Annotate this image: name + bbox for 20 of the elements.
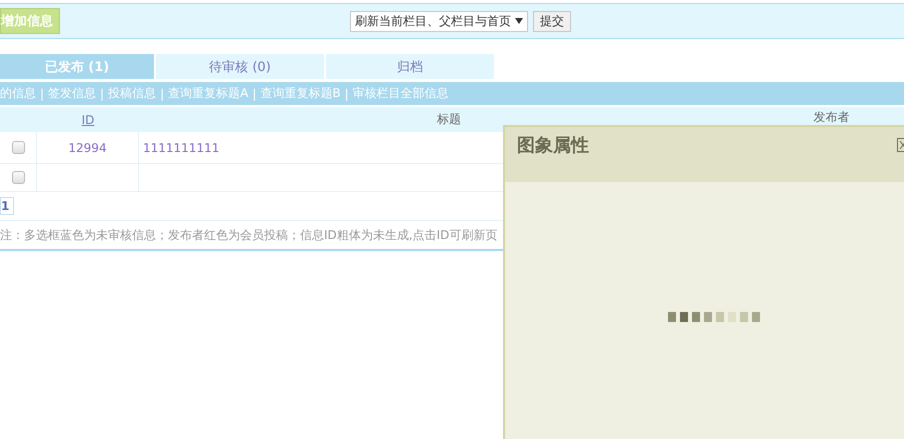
id-sort-link[interactable]: ID [82,112,94,126]
dropdown-arrow-icon [515,18,523,24]
link-separator: | [160,86,164,100]
loading-icon [668,312,760,322]
title-link[interactable]: 1111111111 [143,140,220,154]
link-separator: | [344,86,349,100]
link-separator: | [100,86,104,100]
column-header[interactable]: ID [37,107,139,132]
close-icon[interactable] [897,138,904,152]
submit-button[interactable]: 提交 [533,10,571,32]
tab[interactable]: 归档 [326,54,494,79]
dialog-title: 图象属性 [517,135,589,156]
refresh-select[interactable]: 刷新当前栏目、父栏目与首页 [350,10,528,32]
row-checkbox[interactable] [12,141,24,154]
link-separator: | [40,86,44,100]
page-number[interactable]: 1 [0,197,14,215]
tab[interactable]: 待审核 (0) [156,54,324,79]
row-checkbox[interactable] [12,171,24,184]
link-separator: | [252,86,256,100]
id-link[interactable]: 12994 [68,140,107,154]
